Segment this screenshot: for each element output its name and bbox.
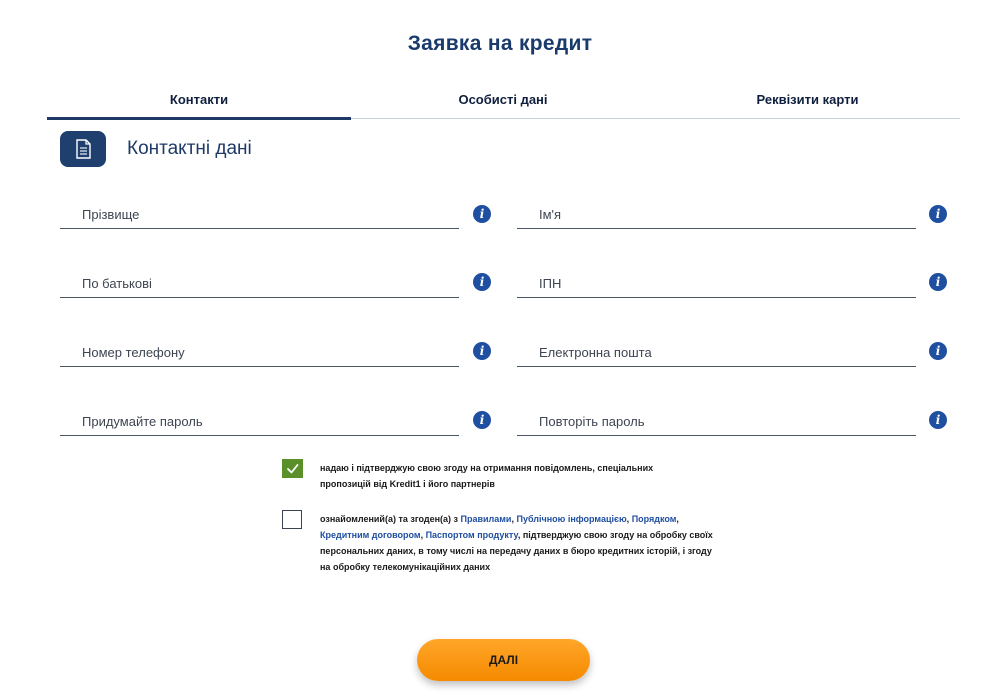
terms-separator: , [676,514,679,524]
info-icon[interactable]: i [929,205,947,223]
info-icon[interactable]: i [473,273,491,291]
tab-card-details[interactable]: Реквізити карти [655,92,960,118]
rules-link[interactable]: Правилами [461,514,512,524]
phone-field [60,340,459,367]
email-input[interactable] [539,340,899,364]
surname-field [60,202,459,229]
page-title: Заявка на кредит [407,32,593,55]
tab-contacts[interactable]: Контакти [47,92,351,120]
tab-bar: Контакти Особисті дані Реквізити карти [47,92,960,120]
terms-separator: , [626,514,630,524]
email-field [517,340,916,367]
info-icon[interactable]: i [473,342,491,360]
patronymic-field [60,271,459,298]
marketing-consent-text: надаю і підтверджую свою згоду на отрима… [320,460,740,492]
patronymic-input[interactable] [82,271,442,295]
info-icon[interactable]: i [929,342,947,360]
surname-input[interactable] [82,202,442,226]
marketing-consent-line1: надаю і підтверджую свою згоду на отрима… [320,463,654,473]
name-field [517,202,916,229]
product-passport-link[interactable]: Паспортом продукту [426,530,518,540]
document-icon [60,131,106,167]
info-icon[interactable]: i [473,411,491,429]
info-icon[interactable]: i [929,411,947,429]
password-repeat-input[interactable] [539,409,899,433]
password-input[interactable] [82,409,442,433]
terms-prefix: ознайомлений(а) та згоден(а) з [320,514,461,524]
tab-personal-data[interactable]: Особисті дані [351,92,655,118]
password-repeat-field [517,409,916,436]
terms-consent-text: ознайомлений(а) та згоден(а) з Правилами… [320,511,720,575]
public-info-link[interactable]: Публічною інформацією [516,514,626,524]
tax-id-field [517,271,916,298]
procedure-link[interactable]: Порядком [632,514,677,524]
next-button[interactable]: ДАЛІ [417,639,590,681]
checkmark-icon [286,463,298,473]
terms-consent-checkbox[interactable] [282,510,302,529]
name-input[interactable] [539,202,899,226]
section-title: Контактні дані [127,138,252,159]
info-icon[interactable]: i [929,273,947,291]
tax-id-input[interactable] [539,271,899,295]
credit-agreement-link[interactable]: Кредитним договором [320,530,421,540]
password-field [60,409,459,436]
marketing-consent-checkbox[interactable] [282,459,303,478]
marketing-consent-line2: пропозицій від Kredit1 і його партнерів [320,479,495,489]
phone-input[interactable] [82,340,442,364]
info-icon[interactable]: i [473,205,491,223]
